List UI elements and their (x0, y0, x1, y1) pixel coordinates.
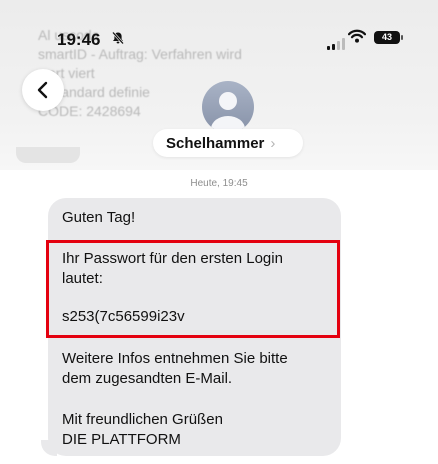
bell-slash-icon (111, 31, 125, 48)
status-time: 19:46 (57, 30, 101, 49)
contact-avatar[interactable] (202, 81, 254, 133)
contact-name: Schelhammer (166, 134, 265, 152)
previous-message-bubble (16, 147, 80, 163)
message-closing-line1: Mit freundlichen Grüßen (62, 411, 223, 428)
person-icon (211, 92, 245, 133)
battery-icon: 43 (374, 31, 403, 44)
wifi-icon (347, 28, 367, 49)
contact-name-button[interactable]: Schelhammer › (153, 129, 303, 157)
password-highlight-box (46, 240, 340, 338)
back-button[interactable] (22, 69, 64, 111)
message-info-line1: Weitere Infos entnehmen Sie bitte (62, 350, 288, 367)
battery-level: 43 (381, 32, 392, 42)
conversation-header: Al uscode smartID - Auftrag: Verfahren w… (0, 0, 438, 170)
ghost-line: ert viert (48, 65, 95, 81)
message-greeting: Guten Tag! (62, 209, 136, 226)
chevron-left-icon (37, 81, 48, 99)
message-timestamp: Heute, 19:45 (190, 178, 248, 189)
cellular-signal-icon (327, 32, 347, 50)
message-info-line2: dem zugesandten E-Mail. (62, 370, 233, 387)
chevron-right-icon: › (270, 134, 276, 152)
message-closing-line2: DIE PLATTFORM (62, 431, 181, 448)
